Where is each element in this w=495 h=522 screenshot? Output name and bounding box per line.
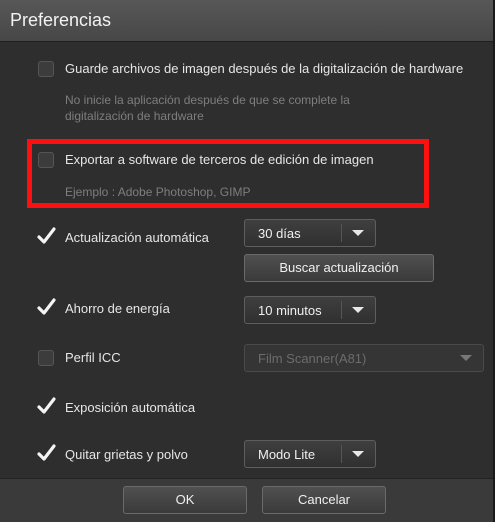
- auto-update-interval-select[interactable]: 30 días: [244, 219, 376, 247]
- ok-button[interactable]: OK: [123, 486, 247, 514]
- chevron-down-icon: [460, 355, 472, 361]
- icc-profile-select: Film Scanner(A81): [244, 344, 484, 372]
- title-bar: Preferencias: [0, 0, 493, 42]
- auto-exposure-label: Exposición automática: [65, 400, 196, 415]
- energy-saving-select[interactable]: 10 minutos: [244, 296, 376, 324]
- energy-saving-label: Ahorro de energía: [65, 301, 170, 316]
- dialog-title: Preferencias: [10, 10, 112, 30]
- checkmark-icon: [37, 227, 56, 244]
- energy-saving-value: 10 minutos: [258, 303, 322, 318]
- save-after-scan-checkbox[interactable]: [38, 61, 54, 77]
- save-after-scan-label: Guarde archivos de imagen después de la …: [65, 61, 464, 76]
- export-third-party-note: Ejemplo : Adobe Photoshop, GIMP: [65, 185, 251, 199]
- save-after-scan-note-line-2: digitalización de hardware: [65, 109, 204, 123]
- energy-saving-checkbox[interactable]: [37, 298, 56, 317]
- dust-removal-checkbox[interactable]: [37, 444, 56, 463]
- select-divider: [341, 301, 342, 319]
- cancel-button[interactable]: Cancelar: [262, 486, 386, 514]
- preferences-dialog: Preferencias Guarde archivos de imagen d…: [0, 0, 495, 522]
- save-after-scan-note: No inicie la aplicación después de que s…: [65, 92, 350, 124]
- save-after-scan-note-line-1: No inicie la aplicación después de que s…: [65, 93, 350, 107]
- dust-removal-label: Quitar grietas y polvo: [65, 447, 188, 462]
- checkmark-icon: [37, 444, 56, 461]
- icc-profile-value: Film Scanner(A81): [258, 351, 367, 366]
- select-divider: [341, 224, 342, 242]
- export-third-party-label: Exportar a software de terceros de edici…: [65, 152, 374, 167]
- auto-update-label: Actualización automática: [65, 230, 209, 245]
- auto-update-checkbox[interactable]: [37, 227, 56, 246]
- dust-removal-value: Modo Lite: [258, 447, 316, 462]
- select-divider: [341, 445, 342, 463]
- chevron-down-icon: [352, 230, 364, 236]
- chevron-down-icon: [352, 451, 364, 457]
- checkmark-icon: [37, 397, 56, 414]
- dust-removal-select[interactable]: Modo Lite: [244, 440, 376, 468]
- auto-exposure-checkbox[interactable]: [37, 397, 56, 416]
- export-third-party-checkbox[interactable]: [38, 152, 54, 168]
- dialog-footer: OK Cancelar: [0, 478, 493, 522]
- auto-update-interval-value: 30 días: [258, 226, 301, 241]
- check-update-button[interactable]: Buscar actualización: [244, 254, 434, 282]
- icc-profile-checkbox[interactable]: [38, 350, 54, 366]
- icc-profile-label: Perfil ICC: [65, 350, 121, 365]
- checkmark-icon: [37, 298, 56, 315]
- chevron-down-icon: [352, 307, 364, 313]
